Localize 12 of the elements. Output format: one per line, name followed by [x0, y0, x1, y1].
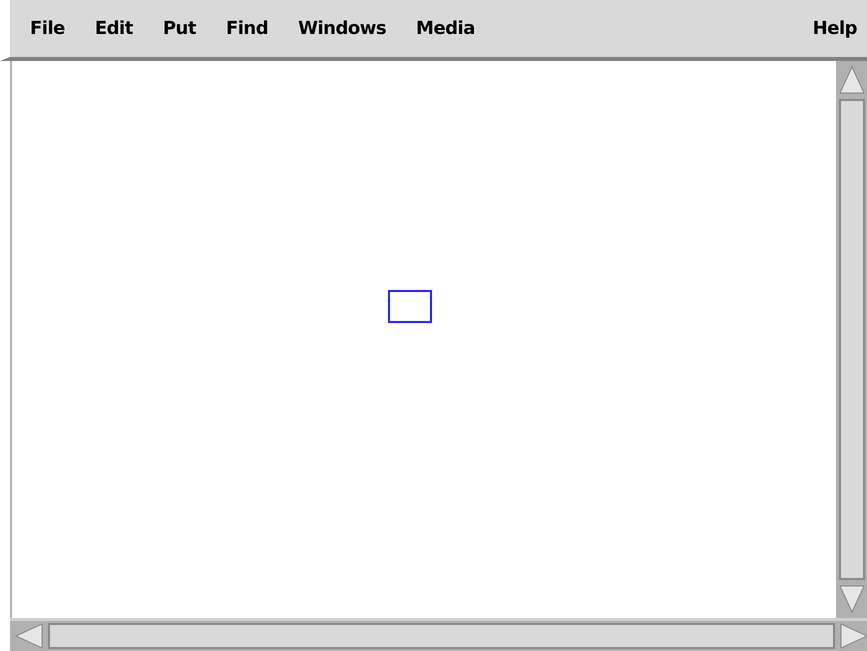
- menu-item[interactable]: Find: [226, 18, 268, 39]
- help-menu[interactable]: Help: [812, 18, 857, 39]
- menu-item[interactable]: File: [30, 18, 65, 39]
- scroll-thumb[interactable]: [48, 623, 835, 649]
- menu-item[interactable]: Windows: [298, 18, 386, 39]
- scroll-thumb[interactable]: [838, 99, 864, 580]
- menu-item[interactable]: Media: [416, 18, 475, 39]
- vertical-scrollbar[interactable]: [836, 61, 867, 618]
- horizontal-scrollbar[interactable]: [10, 618, 867, 651]
- menu-item[interactable]: Edit: [94, 18, 133, 39]
- rectangle-shape[interactable]: [388, 290, 432, 323]
- menu-item[interactable]: Put: [162, 18, 196, 39]
